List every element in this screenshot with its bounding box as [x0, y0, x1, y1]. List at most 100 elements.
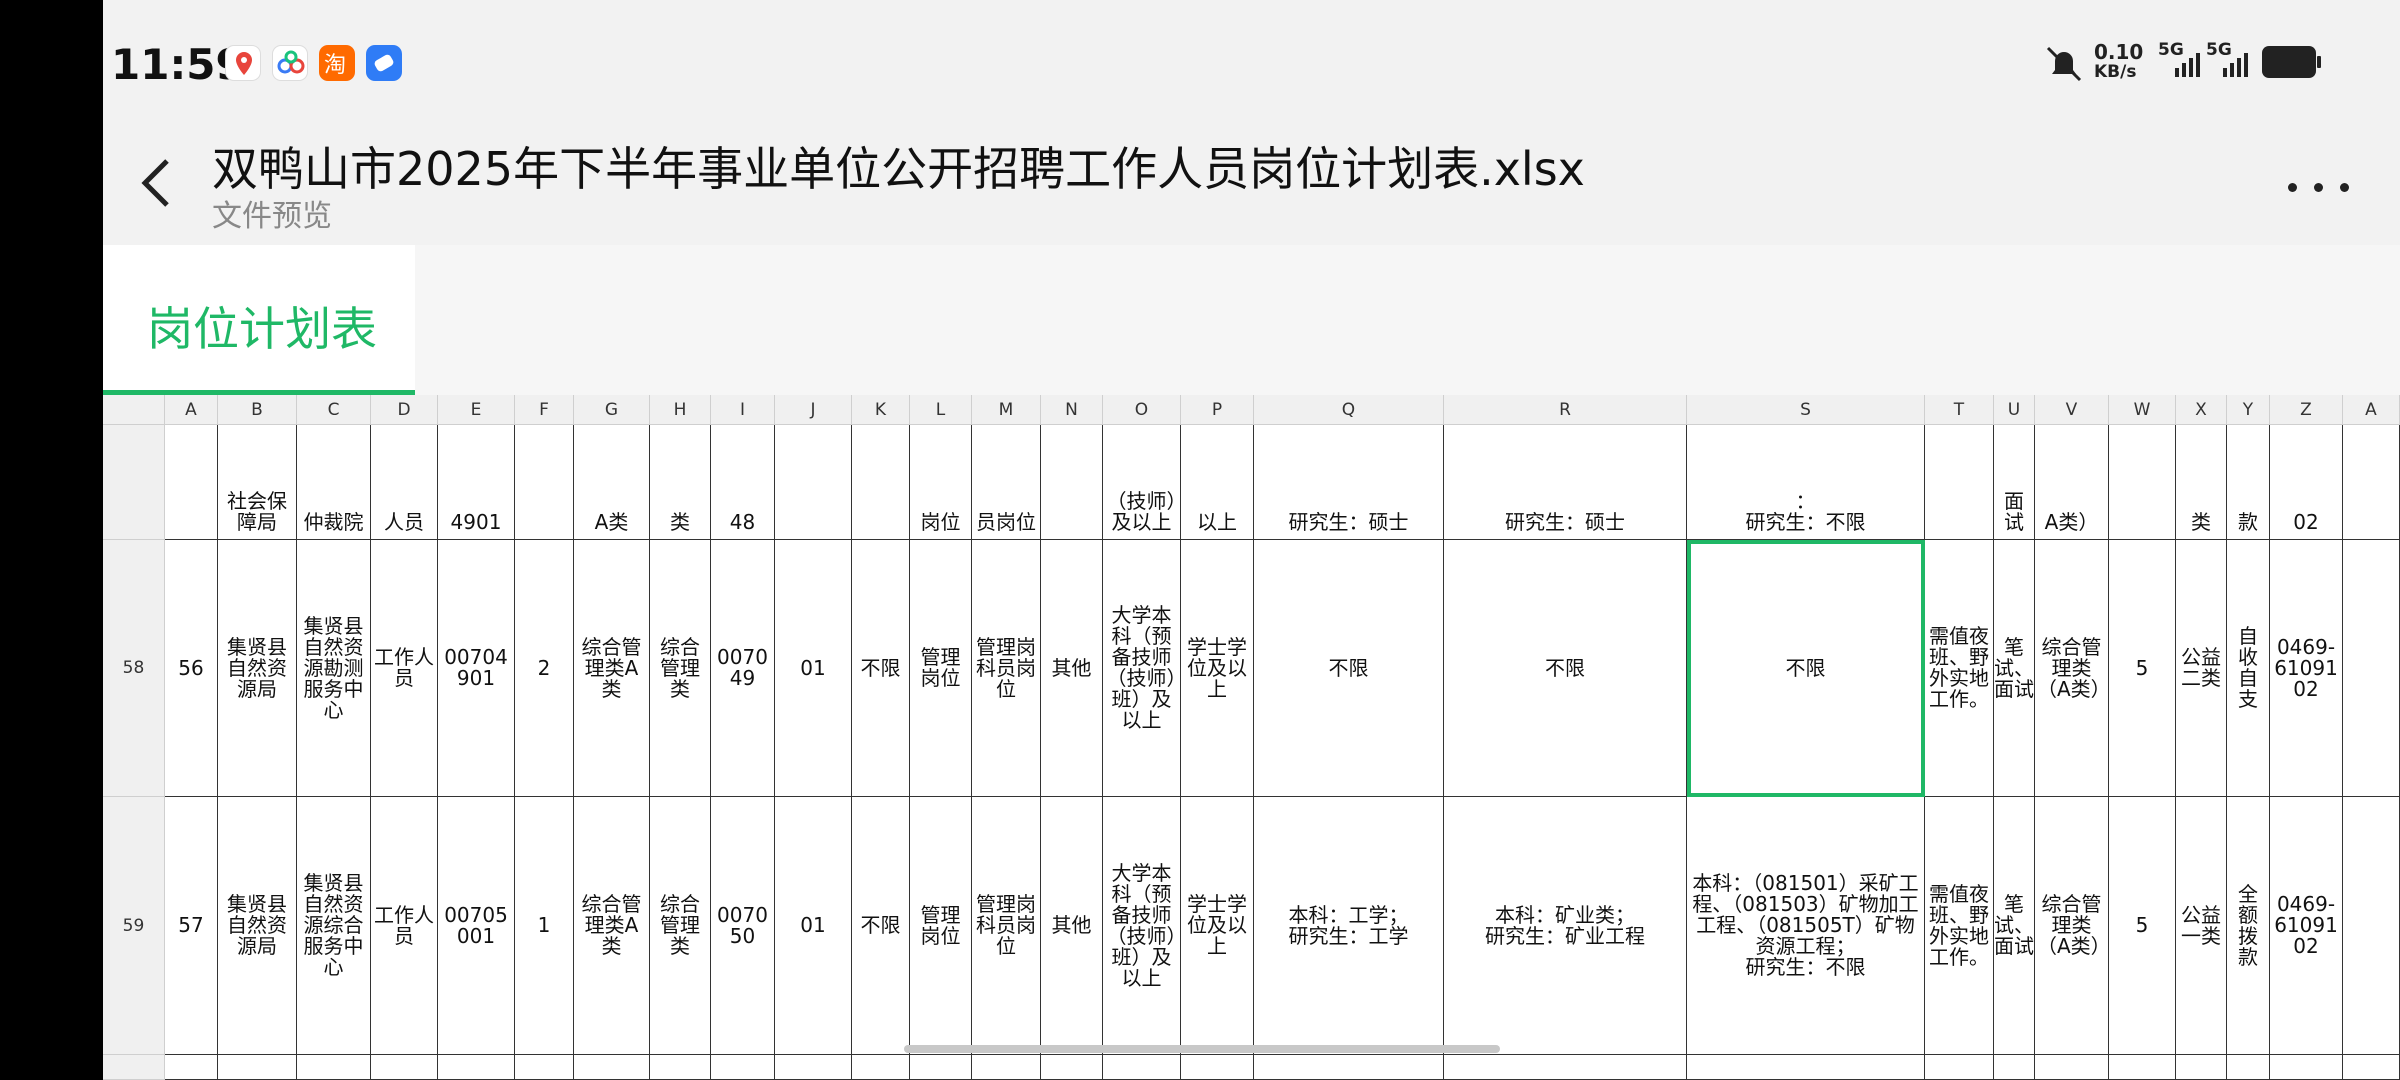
- table-cell[interactable]: 集贤县自然资源局: [218, 797, 297, 1055]
- table-cell[interactable]: [2109, 425, 2176, 540]
- column-header[interactable]: V: [2035, 395, 2109, 425]
- table-cell[interactable]: [1041, 1055, 1103, 1080]
- table-cell[interactable]: [371, 1055, 438, 1080]
- table-cell[interactable]: 0469-6109102: [2270, 797, 2343, 1055]
- spreadsheet-grid[interactable]: A B C D E F G H I J K L M N O P Q R S T U V W X Y Z A 社会保障局 仲裁院 人员 490…: [103, 395, 2400, 1080]
- table-cell[interactable]: 5: [2109, 540, 2176, 797]
- column-header[interactable]: E: [438, 395, 515, 425]
- table-cell[interactable]: [438, 1055, 515, 1080]
- table-cell[interactable]: [910, 1055, 972, 1080]
- table-cell[interactable]: [1041, 425, 1103, 540]
- table-cell[interactable]: 大学本科（预备技师（技师）班）及以上: [1103, 797, 1181, 1055]
- column-header[interactable]: N: [1041, 395, 1103, 425]
- table-cell[interactable]: 007050: [711, 797, 775, 1055]
- table-cell[interactable]: [1103, 1055, 1181, 1080]
- column-header[interactable]: Y: [2227, 395, 2270, 425]
- table-cell[interactable]: 1: [515, 797, 574, 1055]
- column-header[interactable]: B: [218, 395, 297, 425]
- more-options-button[interactable]: [2280, 173, 2360, 203]
- table-cell[interactable]: 不限: [852, 797, 910, 1055]
- table-cell[interactable]: [852, 1055, 910, 1080]
- table-cell[interactable]: 管理岗科员岗位: [972, 540, 1041, 797]
- table-cell[interactable]: [972, 1055, 1041, 1080]
- table-cell[interactable]: 大学本科（预备技师（技师）班）及以上: [1103, 540, 1181, 797]
- table-cell[interactable]: 自收自支: [2227, 540, 2270, 797]
- table-cell[interactable]: 需值夜班、野外实地工作。: [1925, 797, 1994, 1055]
- table-cell[interactable]: [2343, 425, 2400, 540]
- column-header[interactable]: A: [2343, 395, 2400, 425]
- table-cell[interactable]: 全额拨款: [2227, 797, 2270, 1055]
- table-cell[interactable]: 2: [515, 540, 574, 797]
- table-cell[interactable]: 00704901: [438, 540, 515, 797]
- column-header[interactable]: C: [297, 395, 371, 425]
- table-cell[interactable]: （技师）及以上: [1103, 425, 1181, 540]
- table-cell[interactable]: [1994, 1055, 2035, 1080]
- table-cell[interactable]: 本科：（081501）采矿工程、（081503）矿物加工工程、（081505T）…: [1687, 797, 1925, 1055]
- column-header[interactable]: W: [2109, 395, 2176, 425]
- table-cell[interactable]: 人员: [371, 425, 438, 540]
- table-cell[interactable]: 工作人员: [371, 797, 438, 1055]
- table-cell[interactable]: 学士学位及以上: [1181, 540, 1254, 797]
- table-cell[interactable]: A类）: [2035, 425, 2109, 540]
- table-cell[interactable]: [2227, 1055, 2270, 1080]
- table-cell[interactable]: [1254, 1055, 1444, 1080]
- table-cell[interactable]: [1687, 1055, 1925, 1080]
- table-cell[interactable]: 48: [711, 425, 775, 540]
- table-cell[interactable]: 面试: [1994, 425, 2035, 540]
- table-cell[interactable]: 综合管理类（A类）: [2035, 797, 2109, 1055]
- table-cell[interactable]: 类: [650, 425, 711, 540]
- table-cell[interactable]: 岗位: [910, 425, 972, 540]
- table-cell[interactable]: 其他: [1041, 797, 1103, 1055]
- column-header[interactable]: U: [1994, 395, 2035, 425]
- table-cell[interactable]: [852, 425, 910, 540]
- table-cell[interactable]: 综合管理类A类: [574, 797, 650, 1055]
- table-cell[interactable]: 仲裁院: [297, 425, 371, 540]
- table-cell[interactable]: 02: [2270, 425, 2343, 540]
- horizontal-scrollbar[interactable]: [904, 1045, 1500, 1053]
- column-header[interactable]: F: [515, 395, 574, 425]
- table-cell[interactable]: 不限: [1687, 540, 1925, 797]
- tab-sheet[interactable]: 岗位计划表: [103, 245, 415, 395]
- table-cell[interactable]: [515, 425, 574, 540]
- table-cell[interactable]: 本科：工学； 研究生：工学: [1254, 797, 1444, 1055]
- table-cell[interactable]: 员岗位: [972, 425, 1041, 540]
- table-cell[interactable]: [297, 1055, 371, 1080]
- table-cell[interactable]: 综合管理类（A类）: [2035, 540, 2109, 797]
- table-cell[interactable]: 5: [2109, 797, 2176, 1055]
- column-header[interactable]: T: [1925, 395, 1994, 425]
- table-cell[interactable]: 不限: [852, 540, 910, 797]
- table-cell[interactable]: 以上: [1181, 425, 1254, 540]
- column-header[interactable]: R: [1444, 395, 1687, 425]
- table-cell[interactable]: 01: [775, 540, 852, 797]
- table-cell[interactable]: 公益二类: [2176, 540, 2227, 797]
- table-cell[interactable]: 管理岗位: [910, 797, 972, 1055]
- table-cell[interactable]: 公益一类: [2176, 797, 2227, 1055]
- column-header[interactable]: Z: [2270, 395, 2343, 425]
- row-header[interactable]: 59: [103, 797, 165, 1055]
- table-cell[interactable]: [515, 1055, 574, 1080]
- column-header[interactable]: P: [1181, 395, 1254, 425]
- table-cell[interactable]: 类: [2176, 425, 2227, 540]
- row-header[interactable]: [103, 1055, 165, 1080]
- column-header[interactable]: I: [711, 395, 775, 425]
- table-cell[interactable]: [2343, 1055, 2400, 1080]
- table-cell[interactable]: 笔试、面试: [1994, 797, 2035, 1055]
- table-cell[interactable]: [574, 1055, 650, 1080]
- table-cell[interactable]: [650, 1055, 711, 1080]
- table-cell[interactable]: 0469-6109102: [2270, 540, 2343, 797]
- table-cell[interactable]: [2035, 1055, 2109, 1080]
- table-cell[interactable]: 研究生：硕士: [1444, 425, 1687, 540]
- table-cell[interactable]: 4901: [438, 425, 515, 540]
- column-header[interactable]: D: [371, 395, 438, 425]
- table-cell[interactable]: 57: [165, 797, 218, 1055]
- table-cell[interactable]: [775, 1055, 852, 1080]
- column-header[interactable]: M: [972, 395, 1041, 425]
- column-header[interactable]: K: [852, 395, 910, 425]
- table-cell[interactable]: 不限: [1444, 540, 1687, 797]
- table-cell[interactable]: [775, 425, 852, 540]
- table-cell[interactable]: [1444, 1055, 1687, 1080]
- table-cell[interactable]: 本科：矿业类； 研究生：矿业工程: [1444, 797, 1687, 1055]
- table-cell[interactable]: 01: [775, 797, 852, 1055]
- table-cell[interactable]: 需值夜班、野外实地工作。: [1925, 540, 1994, 797]
- table-cell[interactable]: 56: [165, 540, 218, 797]
